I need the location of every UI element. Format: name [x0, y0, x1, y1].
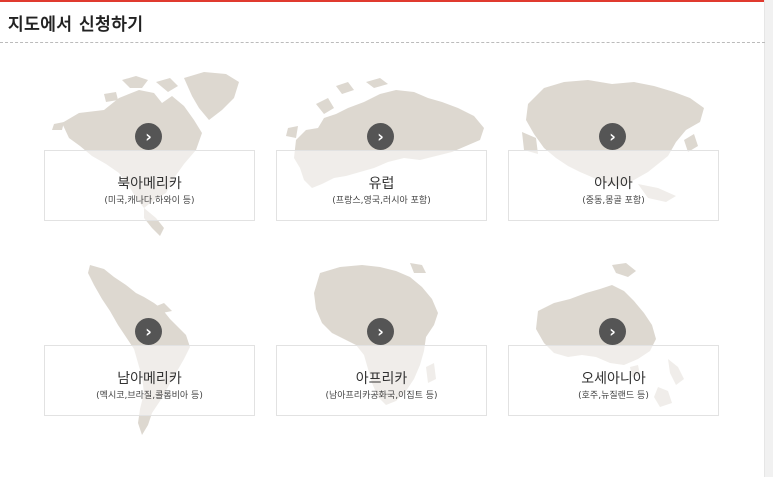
region-name: 오세아니아	[581, 371, 646, 387]
region-description: (남아프리카공화국,이집트 등)	[325, 391, 438, 401]
chevron-right-icon[interactable]: ›	[599, 318, 626, 345]
title-divider	[0, 42, 765, 43]
region-name: 아프리카	[355, 371, 408, 387]
region-europe[interactable]: › 유럽 (프랑스,영국,러시아 포함)	[276, 68, 487, 248]
region-name: 유럽	[368, 176, 395, 192]
chevron-right-icon[interactable]: ›	[599, 123, 626, 150]
region-africa[interactable]: › 아프리카 (남아프리카공화국,이집트 등)	[276, 263, 487, 443]
chevron-right-icon[interactable]: ›	[135, 318, 162, 345]
region-oceania[interactable]: › 오세아니아 (호주,뉴질랜드 등)	[508, 263, 719, 443]
region-description: (멕시코,브라질,콜롬비아 등)	[96, 391, 203, 401]
region-description: (중동,몽골 포함)	[582, 196, 645, 206]
region-south-america[interactable]: › 남아메리카 (멕시코,브라질,콜롬비아 등)	[44, 263, 255, 443]
region-name: 아시아	[594, 176, 633, 192]
chevron-right-icon[interactable]: ›	[367, 318, 394, 345]
top-accent-line	[0, 0, 765, 2]
chevron-right-icon[interactable]: ›	[367, 123, 394, 150]
region-description: (미국,캐나다,하와이 등)	[104, 196, 195, 206]
region-description: (호주,뉴질랜드 등)	[578, 391, 649, 401]
region-name: 북아메리카	[117, 176, 182, 192]
region-description: (프랑스,영국,러시아 포함)	[332, 196, 431, 206]
chevron-right-icon[interactable]: ›	[135, 123, 162, 150]
region-asia[interactable]: › 아시아 (중동,몽골 포함)	[508, 68, 719, 248]
region-north-america[interactable]: › 북아메리카 (미국,캐나다,하와이 등)	[44, 68, 255, 248]
scrollbar[interactable]	[764, 0, 773, 477]
region-name: 남아메리카	[117, 371, 182, 387]
page-title: 지도에서 신청하기	[8, 15, 144, 35]
